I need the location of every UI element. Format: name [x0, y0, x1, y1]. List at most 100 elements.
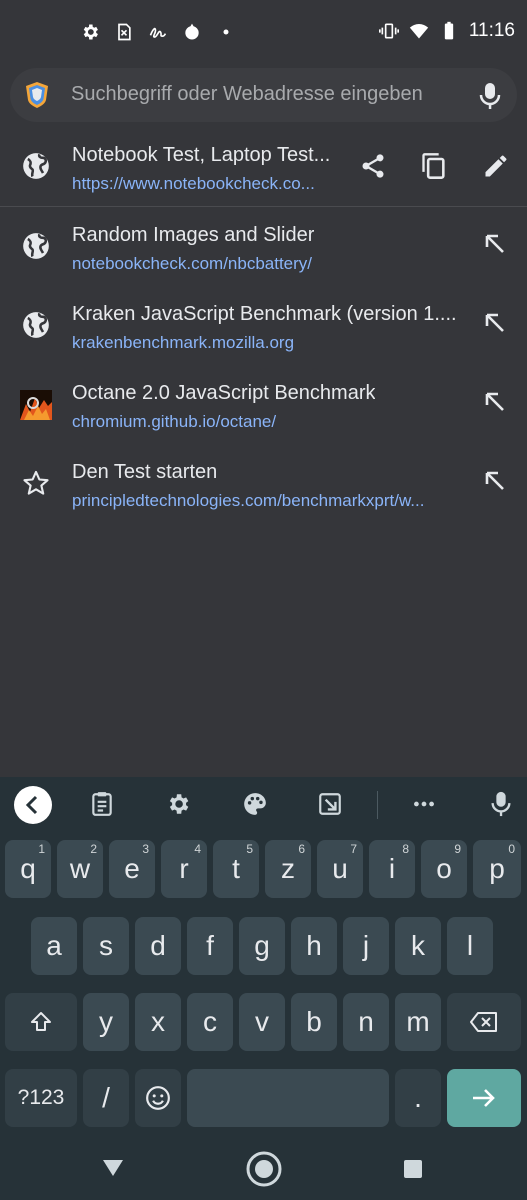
- emoji-key[interactable]: [135, 1069, 181, 1127]
- star-icon: [23, 470, 49, 495]
- key-m[interactable]: m: [395, 993, 441, 1051]
- wifi-icon: [409, 24, 429, 39]
- key-h[interactable]: h: [291, 917, 337, 975]
- enter-key[interactable]: [447, 1069, 521, 1127]
- key-label: c: [203, 1006, 217, 1037]
- key-y[interactable]: y: [83, 993, 129, 1051]
- voice-input-icon[interactable]: [488, 791, 514, 817]
- key-f[interactable]: f: [187, 917, 233, 975]
- chevron-left-icon: [25, 795, 38, 815]
- key-q[interactable]: q1: [5, 840, 51, 898]
- key-hint: 0: [508, 842, 515, 856]
- key-label: /: [102, 1082, 110, 1113]
- key-label: r: [179, 853, 189, 884]
- signature-icon: [149, 27, 167, 38]
- key-i[interactable]: i8: [369, 840, 415, 898]
- vibrate-icon: [378, 23, 399, 39]
- current-page-url: https://www.notebookcheck.co...: [72, 174, 315, 193]
- key-label: l: [466, 930, 474, 961]
- emoji-icon: [146, 1086, 170, 1110]
- key-a[interactable]: a: [31, 917, 77, 975]
- key-k[interactable]: k: [395, 917, 441, 975]
- status-bar: 11:16: [0, 0, 527, 66]
- key-label: q: [20, 853, 36, 884]
- arrow-right-icon: [473, 1089, 495, 1107]
- key-label: .: [414, 1082, 422, 1113]
- insert-suggestion-arrow-icon[interactable]: [483, 469, 507, 493]
- suggestion-row[interactable]: Den Test starten principledtechnologies.…: [0, 445, 527, 524]
- key-x[interactable]: x: [135, 993, 181, 1051]
- recents-icon[interactable]: [403, 1159, 423, 1179]
- key-label: h: [306, 930, 322, 961]
- octane-favicon: [20, 390, 52, 420]
- key-label: x: [151, 1006, 165, 1037]
- key-label: g: [254, 930, 270, 961]
- home-icon[interactable]: [245, 1150, 283, 1188]
- key-label: v: [255, 1006, 269, 1037]
- insert-suggestion-arrow-icon[interactable]: [483, 232, 507, 256]
- key-e[interactable]: e3: [109, 840, 155, 898]
- suggestion-url: notebookcheck.com/nbcbattery/: [72, 254, 313, 273]
- symbols-key[interactable]: ?123: [5, 1069, 77, 1127]
- key-s[interactable]: s: [83, 917, 129, 975]
- insert-suggestion-arrow-icon[interactable]: [483, 390, 507, 414]
- share-icon[interactable]: [359, 152, 387, 180]
- key-b[interactable]: b: [291, 993, 337, 1051]
- space-key[interactable]: [187, 1069, 389, 1127]
- key-label: p: [489, 853, 505, 884]
- key-r[interactable]: r4: [161, 840, 207, 898]
- key-w[interactable]: w2: [57, 840, 103, 898]
- shift-icon: [31, 1012, 51, 1031]
- backspace-key[interactable]: [447, 993, 521, 1051]
- key-l[interactable]: l: [447, 917, 493, 975]
- key-label: i: [388, 853, 396, 884]
- more-icon[interactable]: [411, 791, 437, 817]
- key-p[interactable]: p0: [473, 840, 521, 898]
- edit-icon[interactable]: [482, 152, 510, 180]
- clipboard-icon[interactable]: [89, 791, 115, 817]
- key-d[interactable]: d: [135, 917, 181, 975]
- battery-icon: [444, 21, 454, 40]
- key-label: ?123: [17, 1086, 65, 1109]
- suggestion-url: principledtechnologies.com/benchmarkxprt…: [72, 491, 425, 510]
- suggestion-title: Kraken JavaScript Benchmark (version 1..…: [72, 303, 457, 325]
- keyboard-toolbar: [0, 777, 527, 833]
- key-label: k: [411, 930, 425, 961]
- screenshot-icon[interactable]: [317, 791, 343, 817]
- omnibox[interactable]: Suchbegriff oder Webadresse eingeben: [10, 68, 517, 122]
- key-label: o: [436, 853, 452, 884]
- suggestion-row[interactable]: Octane 2.0 JavaScript Benchmark chromium…: [0, 366, 527, 445]
- key-o[interactable]: o9: [421, 840, 467, 898]
- shift-key[interactable]: [5, 993, 77, 1051]
- backspace-icon: [470, 1012, 497, 1032]
- key-z[interactable]: z6: [265, 840, 311, 898]
- key-t[interactable]: t5: [213, 840, 259, 898]
- suggestion-title: Den Test starten: [72, 461, 218, 483]
- key-n[interactable]: n: [343, 993, 389, 1051]
- palette-icon[interactable]: [242, 791, 268, 817]
- suggestion-row[interactable]: Kraken JavaScript Benchmark (version 1..…: [0, 287, 527, 366]
- keyboard-collapse-button[interactable]: [14, 786, 52, 824]
- key-v[interactable]: v: [239, 993, 285, 1051]
- key-slash[interactable]: /: [83, 1069, 129, 1127]
- insert-suggestion-arrow-icon[interactable]: [483, 311, 507, 335]
- globe-icon: [23, 153, 49, 179]
- key-u[interactable]: u7: [317, 840, 363, 898]
- back-triangle-icon[interactable]: [101, 1158, 125, 1178]
- copy-icon[interactable]: [420, 152, 448, 180]
- current-page-suggestion[interactable]: Notebook Test, Laptop Test... https://ww…: [0, 128, 527, 207]
- globe-icon: [23, 233, 49, 259]
- key-j[interactable]: j: [343, 917, 389, 975]
- settings-icon[interactable]: [165, 791, 191, 817]
- key-hint: 1: [38, 842, 45, 856]
- key-period[interactable]: .: [395, 1069, 441, 1127]
- key-g[interactable]: g: [239, 917, 285, 975]
- clock: 11:16: [468, 20, 515, 41]
- suggestion-title: Random Images and Slider: [72, 224, 315, 246]
- key-c[interactable]: c: [187, 993, 233, 1051]
- microphone-icon[interactable]: [479, 82, 501, 110]
- suggestion-row[interactable]: Random Images and Slider notebookcheck.c…: [0, 208, 527, 287]
- sim-icon: [118, 23, 131, 41]
- brave-shield-icon[interactable]: [24, 81, 50, 109]
- key-label: m: [406, 1006, 430, 1037]
